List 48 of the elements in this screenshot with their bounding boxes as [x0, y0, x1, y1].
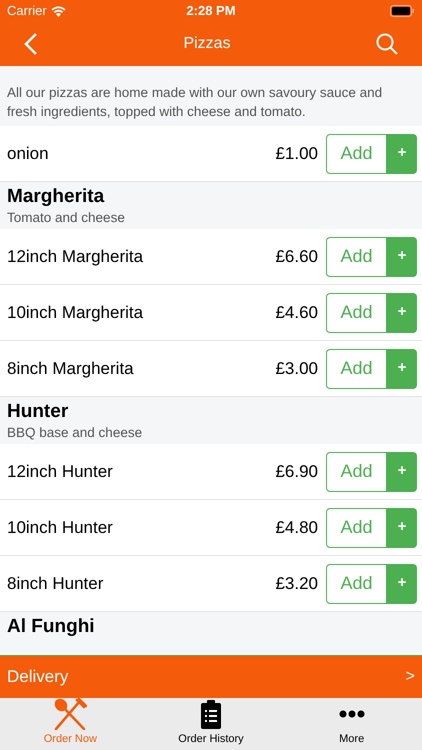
carrier-label: Carrier — [7, 2, 47, 20]
add-button[interactable]: Add — [326, 348, 387, 388]
add-button[interactable]: Add — [326, 236, 387, 276]
plus-button[interactable]: + — [387, 452, 417, 492]
add-button[interactable]: Add — [326, 508, 387, 548]
description-text: All our pizzas are home made with our own savoury sauce and fresh ingredients, topped with cheese and tomato. — [7, 84, 384, 121]
section-title: Hunter — [7, 400, 70, 424]
tab-item[interactable]: More — [281, 698, 422, 750]
item-name: 12inch Margherita — [7, 246, 144, 268]
plus-button[interactable]: + — [387, 292, 417, 332]
more-icon — [338, 710, 365, 718]
fork-spoon-icon — [53, 698, 88, 730]
item-name: 8inch Margherita — [7, 358, 134, 380]
tab-item[interactable]: Order History — [140, 698, 282, 750]
clipboard-icon — [200, 699, 222, 730]
wifi-icon — [50, 6, 66, 16]
item-price: £4.60 — [275, 302, 318, 324]
delivery-bar[interactable]: Delivery > — [0, 655, 422, 698]
section-title: Al Funghi — [7, 615, 96, 639]
add-button[interactable]: Add — [326, 292, 387, 332]
item-price: £6.60 — [275, 246, 318, 268]
search-icon[interactable] — [376, 33, 398, 55]
plus-button[interactable]: + — [387, 564, 417, 604]
item-name: 8inch Hunter — [7, 572, 104, 595]
tab-item[interactable]: Order Now — [0, 698, 141, 750]
item-price: £3.20 — [275, 572, 318, 595]
section-subtitle: Tomato and cheese — [7, 209, 126, 226]
item-price: £1.00 — [275, 142, 318, 165]
plus-button[interactable]: + — [387, 134, 417, 174]
item-name: 10inch Hunter — [7, 516, 113, 539]
page-title: Pizzas — [183, 34, 231, 54]
item-price: £3.00 — [275, 358, 318, 380]
item-name: 12inch Hunter — [7, 460, 113, 483]
section-title: Margherita — [7, 185, 106, 209]
add-button[interactable]: Add — [326, 452, 387, 492]
section-subtitle: BBQ base and cheese — [7, 424, 144, 441]
item-name: 10inch Margherita — [7, 302, 144, 324]
back-icon[interactable] — [24, 32, 38, 56]
plus-button[interactable]: + — [387, 236, 417, 276]
clock-label: 2:28 PM — [186, 2, 236, 20]
battery-icon — [390, 5, 415, 17]
item-price: £6.90 — [275, 460, 318, 483]
item-price: £4.80 — [275, 516, 318, 539]
plus-button[interactable]: + — [387, 348, 417, 388]
plus-button[interactable]: + — [387, 508, 417, 548]
add-button[interactable]: Add — [326, 564, 387, 604]
item-name: onion — [7, 142, 49, 165]
add-button[interactable]: Add — [326, 134, 387, 174]
